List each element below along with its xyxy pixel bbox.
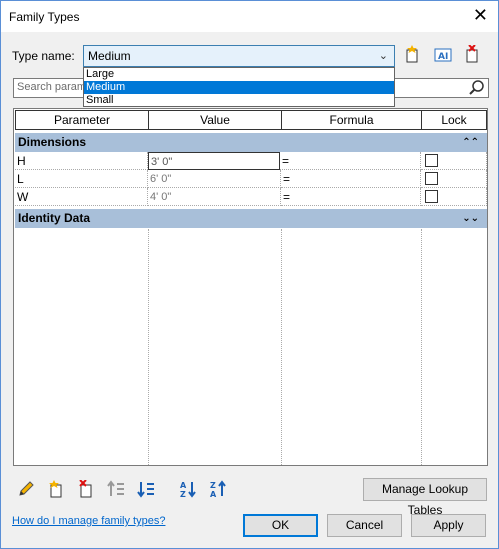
table-row: H 3' 0" = [15, 152, 487, 170]
ok-button[interactable]: OK [243, 514, 318, 537]
group-label: Identity Data [18, 211, 91, 225]
help-link[interactable]: How do I manage family types? [12, 515, 165, 527]
type-option-medium[interactable]: Medium [84, 81, 394, 94]
svg-text:A: A [180, 481, 187, 490]
type-option-small[interactable]: Small [84, 94, 394, 107]
dialog-title: Family Types [9, 10, 80, 24]
group-identity-data[interactable]: Identity Data ⌄⌄ [15, 209, 487, 228]
expand-icon[interactable]: ⌄⌄ [462, 209, 479, 228]
group-dimensions[interactable]: Dimensions ⌃⌃ [15, 133, 487, 152]
type-name-select[interactable]: Medium ⌄ [83, 45, 395, 67]
svg-text:AI: AI [438, 52, 448, 62]
title-bar: Family Types ✕ [1, 1, 498, 32]
param-name: W [15, 188, 148, 206]
sort-descending-icon[interactable]: Z A [207, 478, 229, 500]
new-parameter-icon[interactable] [45, 478, 67, 500]
apply-button[interactable]: Apply [411, 514, 486, 537]
column-divider [281, 229, 282, 465]
move-up-icon[interactable] [105, 478, 127, 500]
close-icon[interactable]: ✕ [473, 6, 488, 24]
column-header-formula[interactable]: Formula [281, 110, 422, 130]
delete-parameter-icon[interactable] [75, 478, 97, 500]
search-icon[interactable] [469, 80, 485, 99]
new-type-icon[interactable] [403, 45, 423, 65]
formula-cell[interactable]: = [281, 188, 421, 206]
type-name-selected: Medium [88, 49, 131, 63]
svg-text:Z: Z [180, 490, 186, 498]
formula-cell[interactable]: = [280, 152, 421, 170]
sort-ascending-icon[interactable]: A Z [177, 478, 199, 500]
parameter-grid: Parameter Value Formula Lock Dimensions … [13, 108, 488, 466]
value-cell[interactable]: 3' 0" [148, 152, 280, 170]
lock-checkbox[interactable] [425, 172, 438, 185]
lock-cell [421, 188, 487, 206]
table-row: L 6' 0" = [15, 170, 487, 188]
group-label: Dimensions [18, 135, 87, 149]
lock-checkbox[interactable] [425, 190, 438, 203]
formula-cell[interactable]: = [281, 170, 421, 188]
delete-type-icon[interactable] [463, 44, 483, 65]
lock-cell [421, 152, 487, 170]
column-header-parameter[interactable]: Parameter [15, 110, 149, 130]
value-cell[interactable]: 4' 0" [148, 188, 281, 206]
svg-text:Z: Z [210, 481, 216, 490]
cancel-button[interactable]: Cancel [327, 514, 402, 537]
column-divider [421, 229, 422, 465]
family-types-dialog: Family Types ✕ Type name: Medium ⌄ AI La… [0, 0, 499, 549]
column-divider [148, 229, 149, 465]
param-name: H [15, 152, 148, 170]
lock-checkbox[interactable] [425, 154, 438, 167]
search-placeholder: Search param [17, 81, 87, 93]
value-cell[interactable]: 6' 0" [148, 170, 281, 188]
column-header-value[interactable]: Value [148, 110, 282, 130]
svg-text:A: A [210, 490, 217, 498]
rename-type-icon[interactable]: AI [433, 45, 453, 65]
table-row: W 4' 0" = [15, 188, 487, 206]
chevron-down-icon: ⌄ [378, 50, 388, 62]
manage-lookup-tables-button[interactable]: Manage Lookup Tables [363, 478, 487, 517]
collapse-icon[interactable]: ⌃⌃ [462, 133, 479, 152]
param-name: L [15, 170, 148, 188]
type-name-dropdown: Large Medium Small [83, 67, 395, 107]
type-option-large[interactable]: Large [84, 68, 394, 81]
pencil-icon[interactable] [15, 478, 37, 500]
type-name-label: Type name: [12, 49, 75, 63]
column-header-lock[interactable]: Lock [421, 110, 487, 130]
grid-header: Parameter Value Formula Lock [15, 110, 487, 131]
lock-cell [421, 170, 487, 188]
move-down-icon[interactable] [135, 478, 157, 500]
